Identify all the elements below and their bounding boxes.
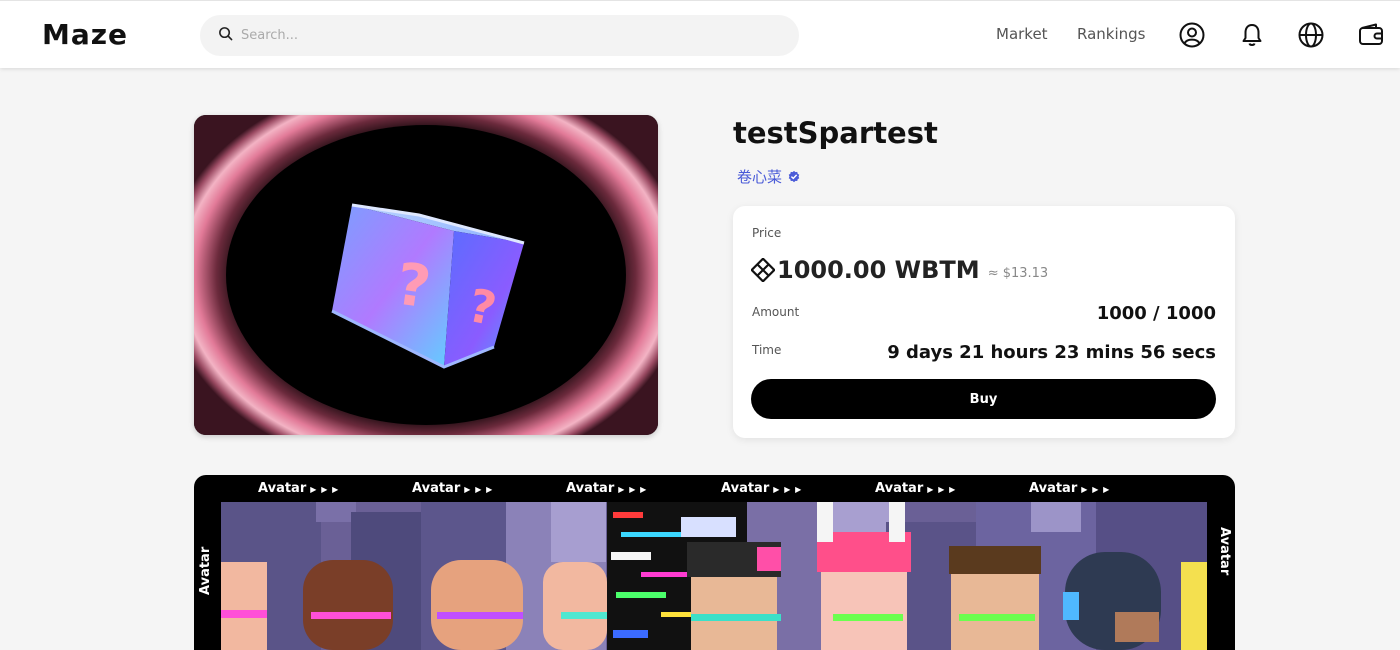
price-card: Price 1000.00 WBTM ≈ $13.13 Amount 1000 … <box>733 206 1235 438</box>
avatar-tag: Avatar ▶ ▶ ▶ <box>412 481 494 496</box>
price-usd: ≈ $13.13 <box>987 265 1049 281</box>
nav-rankings-link[interactable]: Rankings <box>1077 25 1146 43</box>
buy-button[interactable]: Buy <box>751 379 1216 419</box>
globe-icon[interactable] <box>1297 21 1325 49</box>
time-remaining: 9 days 21 hours 23 mins 56 secs <box>887 342 1216 363</box>
verified-icon <box>787 170 801 184</box>
user-icon[interactable] <box>1178 21 1206 49</box>
wbtm-token-icon <box>751 258 775 282</box>
price-row: 1000.00 WBTM ≈ $13.13 <box>751 256 1048 284</box>
avatar-tag: Avatar ▶ ▶ ▶ <box>566 481 648 496</box>
top-header: Maze Market Rankings <box>0 0 1400 68</box>
search-input[interactable] <box>241 28 761 43</box>
price-label: Price <box>752 226 782 240</box>
maze-logo[interactable]: Maze <box>42 18 128 51</box>
avatar-tag: Avatar ▶ ▶ ▶ <box>258 481 340 496</box>
avatar-tag: Avatar ▶ ▶ ▶ <box>1029 481 1111 496</box>
avatar-tag: Avatar ▶ ▶ ▶ <box>875 481 957 496</box>
nav-market-link[interactable]: Market <box>996 25 1048 43</box>
creator-link[interactable]: 卷心菜 <box>737 166 801 187</box>
avatar-tag-vertical-right: Avatar <box>1217 527 1232 576</box>
time-label: Time <box>752 343 782 357</box>
price-value: 1000.00 WBTM <box>777 256 980 284</box>
avatar-tag: Avatar ▶ ▶ ▶ <box>721 481 803 496</box>
creator-name: 卷心菜 <box>737 168 783 186</box>
nft-artwork-image: ? ? <box>194 115 658 435</box>
item-title: testSpartest <box>733 116 938 150</box>
search-icon <box>218 26 233 45</box>
amount-label: Amount <box>752 305 800 319</box>
banner-tag-strip: Avatar ▶ ▶ ▶ Avatar ▶ ▶ ▶ Avatar ▶ ▶ ▶ Avat… <box>194 475 1235 502</box>
amount-value: 1000 / 1000 <box>1096 303 1216 324</box>
bell-icon[interactable] <box>1238 21 1266 49</box>
avatar-tag-vertical-left: Avatar <box>198 546 213 595</box>
avatar-banner[interactable]: Avatar ▶ ▶ ▶ Avatar ▶ ▶ ▶ Avatar ▶ ▶ ▶ Avat… <box>194 475 1235 650</box>
search-bar[interactable] <box>200 15 799 56</box>
wallet-icon[interactable] <box>1357 21 1385 49</box>
avatar-collection-image <box>221 502 1207 650</box>
